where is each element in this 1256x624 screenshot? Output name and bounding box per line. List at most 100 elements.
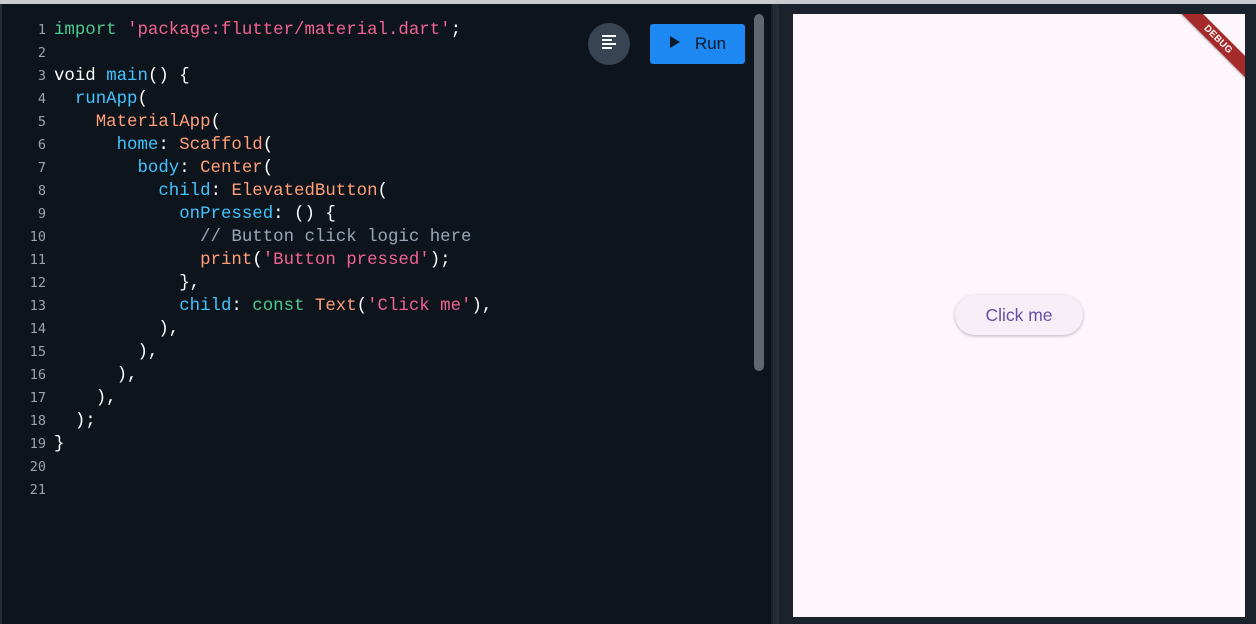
line-number-gutter: 1 2 3 4 5 6 7 8 9 10 11 12 13 14 15 16 17 18 19 20 21 bbox=[2, 19, 46, 502]
code-token: void bbox=[54, 67, 107, 86]
code-token: // Button click logic here bbox=[200, 228, 472, 247]
code-line[interactable]: void main() { bbox=[54, 65, 741, 88]
code-token: ), bbox=[54, 320, 180, 339]
line-number: 4 bbox=[37, 91, 46, 107]
line-number: 14 bbox=[29, 321, 46, 337]
format-code-button[interactable] bbox=[588, 23, 630, 65]
code-token: ); bbox=[429, 251, 451, 270]
code-token: ), bbox=[471, 297, 493, 316]
play-icon bbox=[669, 34, 681, 54]
run-button-label: Run bbox=[694, 34, 727, 53]
line-number: 20 bbox=[29, 459, 46, 475]
code-line[interactable]: body: Center( bbox=[54, 157, 741, 180]
code-token: ( bbox=[262, 136, 274, 155]
code-line[interactable]: MaterialApp( bbox=[54, 111, 741, 134]
code-token: import bbox=[54, 21, 128, 40]
line-number: 8 bbox=[37, 183, 46, 199]
code-token: () { bbox=[147, 67, 190, 86]
code-area[interactable]: import 'package:flutter/material.dart'; v… bbox=[54, 19, 741, 502]
code-token: 'Button pressed' bbox=[262, 251, 430, 270]
flutter-app-preview: DEBUG Click me bbox=[793, 14, 1245, 617]
code-token: main bbox=[106, 67, 148, 86]
code-line[interactable]: ), bbox=[54, 364, 741, 387]
code-token: ( bbox=[377, 182, 388, 201]
code-line[interactable]: child: const Text('Click me'), bbox=[54, 295, 741, 318]
code-line[interactable]: import 'package:flutter/material.dart'; bbox=[54, 19, 741, 42]
line-number: 9 bbox=[37, 206, 46, 222]
code-token: : bbox=[231, 297, 253, 316]
editor-scrollbar[interactable] bbox=[754, 14, 764, 371]
code-token: ), bbox=[54, 366, 138, 385]
code-editor[interactable]: 1 2 3 4 5 6 7 8 9 10 11 12 13 14 15 16 17 18 19 20 21 import… bbox=[0, 4, 771, 624]
code-line[interactable]: runApp( bbox=[54, 88, 741, 111]
code-token: ); bbox=[54, 412, 96, 431]
line-number: 16 bbox=[29, 367, 46, 383]
code-line[interactable]: ); bbox=[54, 410, 741, 433]
code-token: Scaffold bbox=[179, 136, 263, 155]
format-align-left-icon bbox=[600, 34, 618, 55]
code-token: runApp bbox=[74, 90, 138, 109]
line-number: 21 bbox=[29, 482, 46, 498]
code-token: MaterialApp bbox=[95, 113, 211, 132]
code-line[interactable]: child: ElevatedButton( bbox=[54, 180, 741, 203]
click-me-button[interactable]: Click me bbox=[955, 295, 1083, 335]
code-token: 'package:flutter/material.dart' bbox=[127, 21, 451, 40]
line-number: 13 bbox=[29, 298, 46, 314]
code-line[interactable]: ), bbox=[54, 318, 741, 341]
code-line[interactable]: } bbox=[54, 433, 741, 456]
code-line[interactable]: ), bbox=[54, 341, 741, 364]
line-number: 6 bbox=[37, 137, 46, 153]
panel-splitter[interactable] bbox=[771, 4, 783, 624]
code-token: home bbox=[116, 136, 159, 155]
code-token: child bbox=[179, 297, 232, 316]
code-token: Center bbox=[200, 159, 263, 178]
code-token: : bbox=[210, 182, 232, 201]
code-line[interactable] bbox=[54, 42, 741, 65]
code-token: ( bbox=[137, 90, 148, 109]
code-line[interactable] bbox=[54, 456, 741, 479]
preview-panel: DEBUG Click me bbox=[783, 4, 1256, 624]
line-number: 2 bbox=[37, 45, 46, 61]
code-token: : bbox=[179, 159, 201, 178]
line-number: 3 bbox=[37, 68, 46, 84]
line-number: 19 bbox=[29, 436, 46, 452]
code-token: ; bbox=[450, 21, 462, 40]
code-token: print bbox=[200, 251, 253, 270]
line-number: 18 bbox=[29, 413, 46, 429]
line-number: 1 bbox=[37, 22, 46, 38]
code-line[interactable]: // Button click logic here bbox=[54, 226, 741, 249]
code-token: ElevatedButton bbox=[231, 182, 378, 201]
line-number: 11 bbox=[29, 252, 46, 268]
code-token: : () { bbox=[273, 205, 336, 224]
code-line[interactable]: home: Scaffold( bbox=[54, 134, 741, 157]
code-line[interactable]: ), bbox=[54, 387, 741, 410]
code-token: Text bbox=[314, 297, 357, 316]
line-number: 15 bbox=[29, 344, 46, 360]
code-token: ( bbox=[262, 159, 274, 178]
run-button[interactable]: Run bbox=[650, 24, 745, 64]
code-token: } bbox=[54, 435, 65, 454]
line-number: 5 bbox=[37, 114, 46, 130]
code-token: body bbox=[137, 159, 180, 178]
code-token: onPressed bbox=[179, 205, 274, 224]
code-token: ( bbox=[252, 251, 263, 270]
code-line[interactable]: print('Button pressed'); bbox=[54, 249, 741, 272]
code-token: }, bbox=[54, 274, 201, 293]
code-line[interactable]: onPressed: () { bbox=[54, 203, 741, 226]
code-token: : bbox=[158, 136, 180, 155]
code-token: ( bbox=[210, 113, 221, 132]
code-line[interactable] bbox=[54, 479, 741, 502]
line-number: 12 bbox=[29, 275, 46, 291]
line-number: 10 bbox=[29, 229, 46, 245]
line-number: 7 bbox=[37, 160, 46, 176]
code-line[interactable]: }, bbox=[54, 272, 741, 295]
code-token: ( bbox=[356, 297, 368, 316]
